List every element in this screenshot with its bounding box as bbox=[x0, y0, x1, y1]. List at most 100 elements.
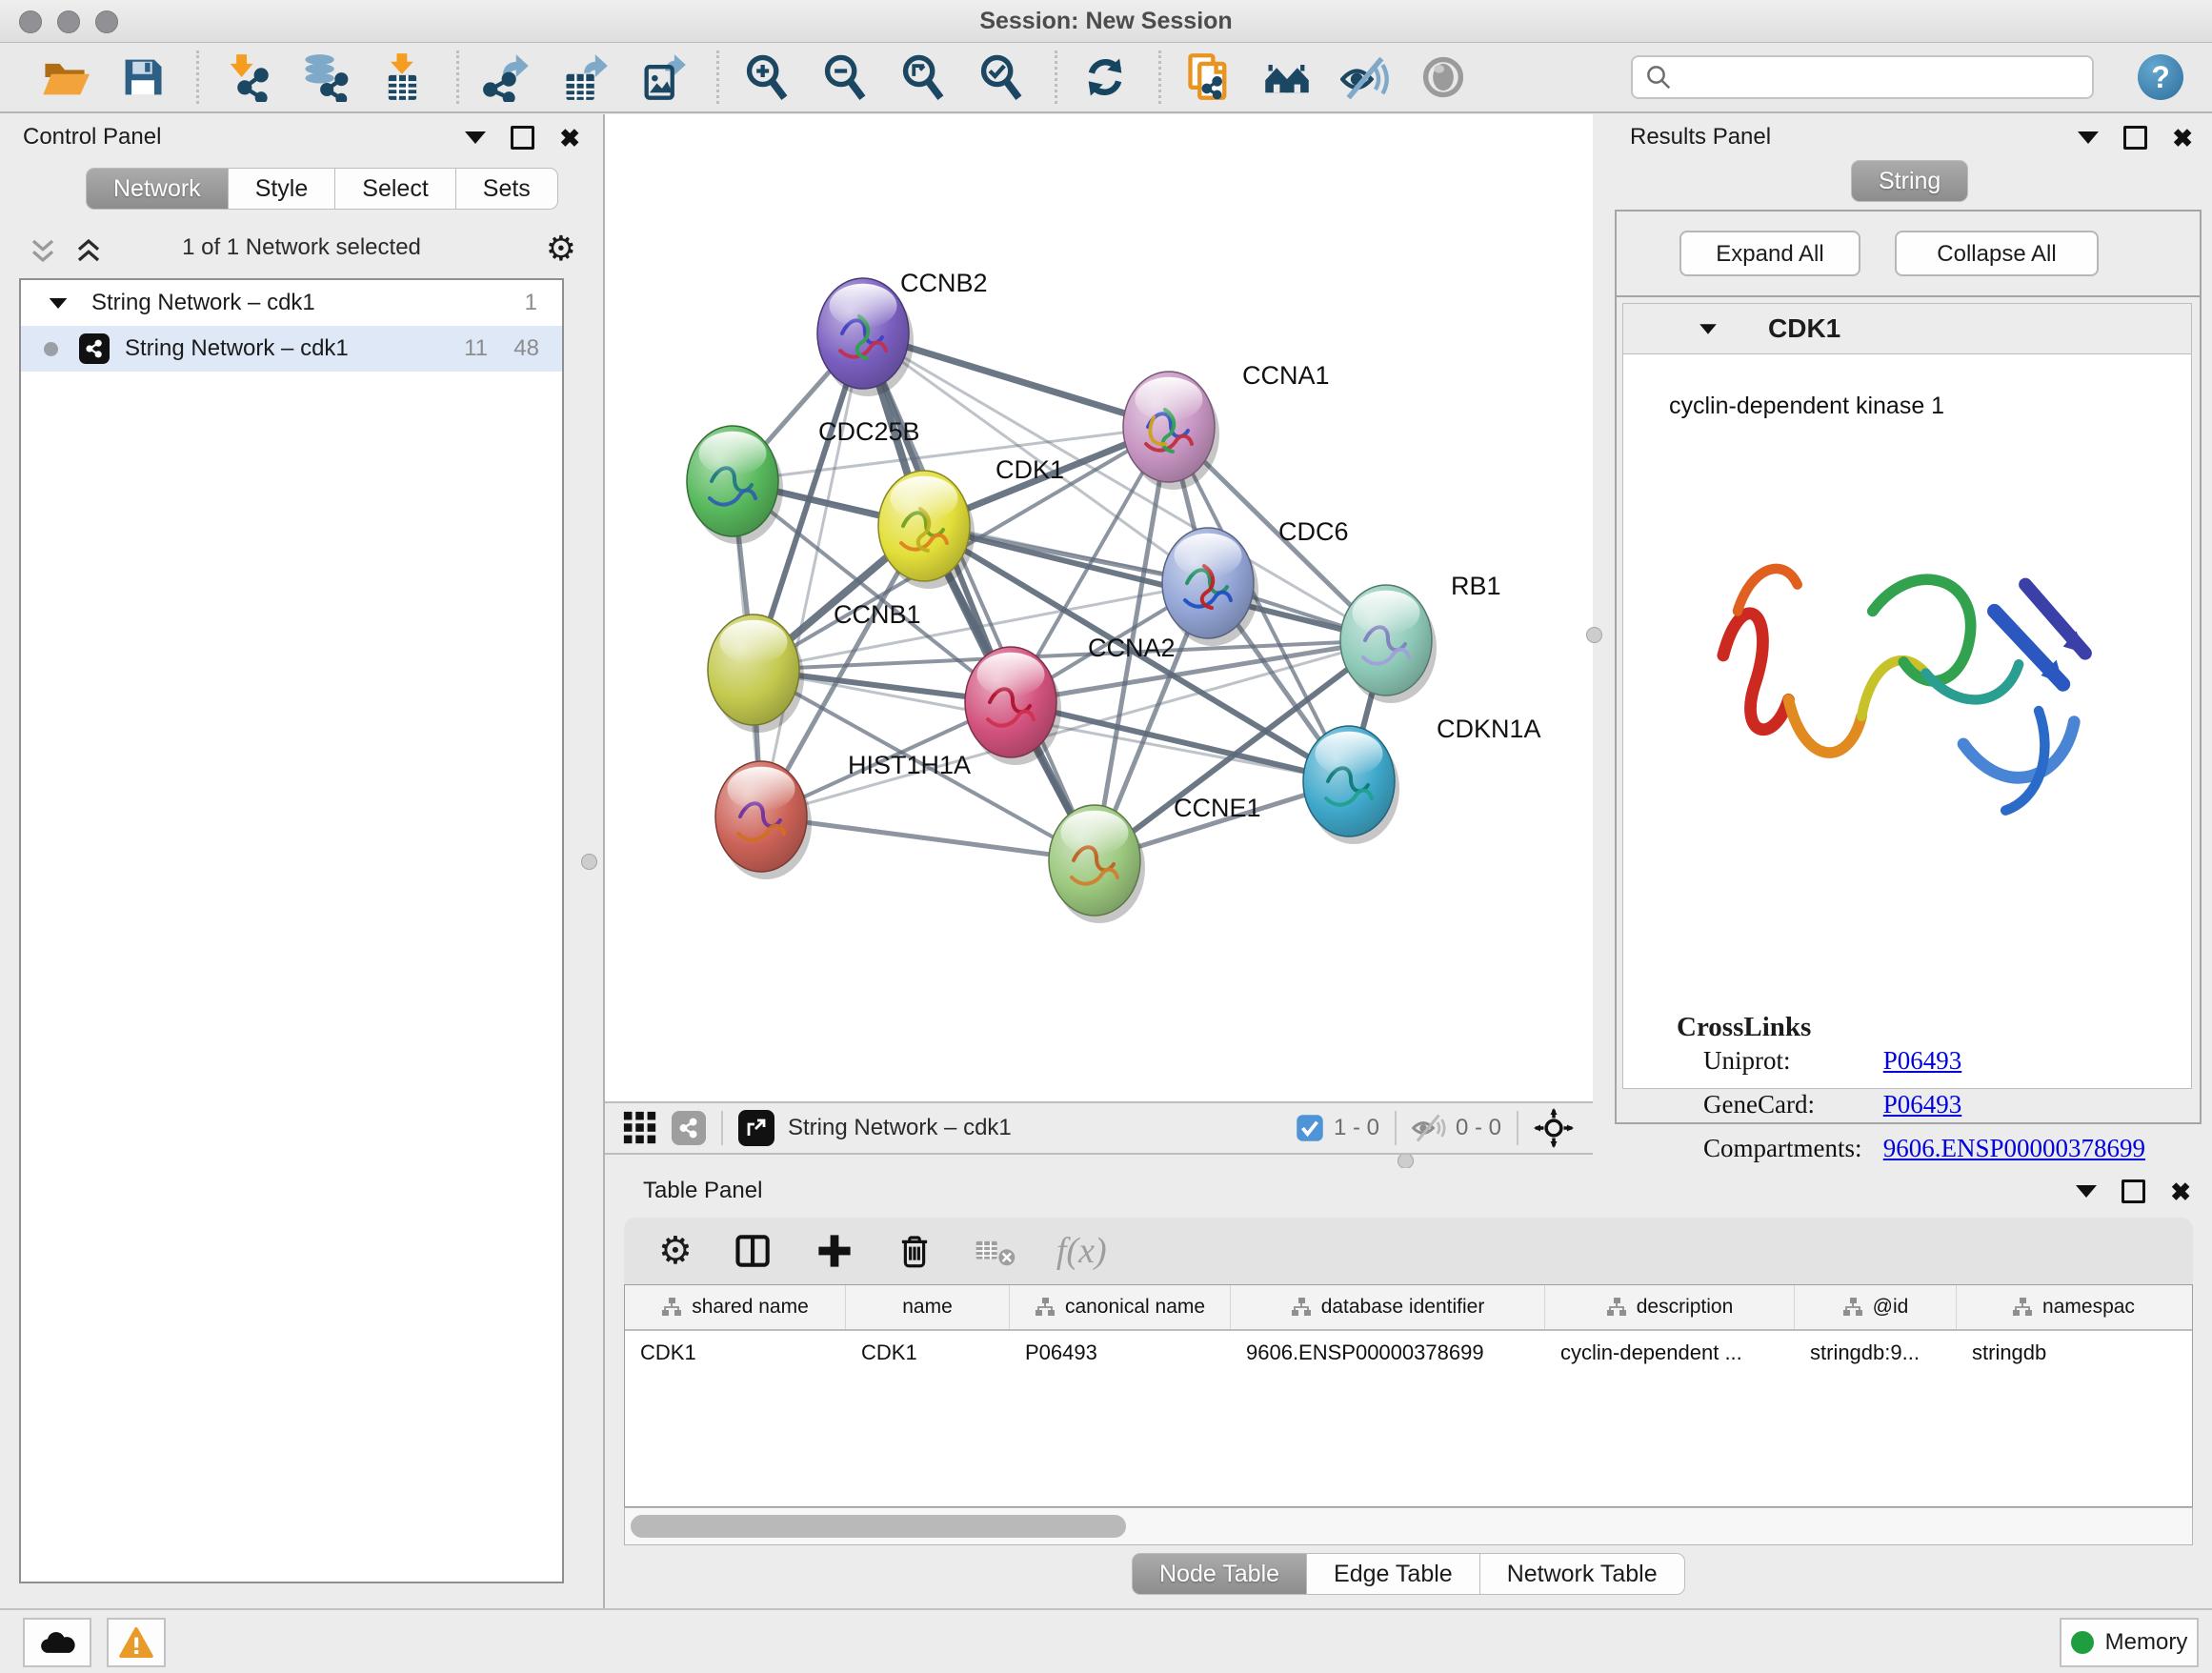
close-panel-icon[interactable]: ✖ bbox=[559, 129, 580, 148]
import-network-from-file-icon[interactable] bbox=[222, 52, 271, 102]
genecard-link[interactable]: P06493 bbox=[1883, 1090, 1962, 1119]
memory-button[interactable]: Memory bbox=[2060, 1618, 2199, 1667]
gene-section-header[interactable]: CDK1 bbox=[1622, 303, 2192, 354]
tab-network-table[interactable]: Network Table bbox=[1480, 1553, 1685, 1595]
tab-sets[interactable]: Sets bbox=[456, 168, 558, 210]
close-panel-icon[interactable]: ✖ bbox=[2170, 1182, 2191, 1201]
network-node-label: CCNA2 bbox=[1088, 634, 1176, 662]
collection-expand-icon[interactable] bbox=[50, 297, 68, 308]
network-row-selected[interactable]: String Network – cdk1 11 48 bbox=[21, 326, 562, 372]
float-panel-icon[interactable] bbox=[511, 126, 534, 150]
delete-table-icon[interactable] bbox=[975, 1234, 1016, 1268]
table-settings-gear-icon[interactable]: ⚙ bbox=[658, 1232, 693, 1270]
network-node-RB1[interactable]: RB1 bbox=[1340, 572, 1501, 695]
show-all-icon[interactable] bbox=[1418, 52, 1468, 102]
network-options-gear-icon[interactable]: ⚙ bbox=[546, 229, 576, 269]
compartments-link[interactable]: 9606.ENSP00000378699 bbox=[1883, 1134, 2145, 1162]
warning-icon bbox=[119, 1627, 153, 1658]
import-table-from-file-icon[interactable] bbox=[378, 52, 428, 102]
network-edge-CCNB2-CCNE1[interactable] bbox=[863, 333, 1095, 860]
export-table-icon[interactable] bbox=[560, 52, 610, 102]
float-panel-icon[interactable] bbox=[2122, 1179, 2145, 1203]
open-in-browser-icon[interactable] bbox=[738, 1110, 774, 1146]
uniprot-link[interactable]: P06493 bbox=[1883, 1046, 1962, 1075]
expand-all-button[interactable]: Expand All bbox=[1679, 231, 1860, 276]
network-selection-status: 1 of 1 Network selected bbox=[0, 234, 603, 261]
section-collapse-icon[interactable] bbox=[1699, 324, 1717, 333]
copy-icon[interactable] bbox=[1184, 52, 1234, 102]
selected-checkbox-icon[interactable] bbox=[1296, 1114, 1324, 1142]
table-panel-title: Table Panel bbox=[643, 1178, 762, 1204]
search-input[interactable] bbox=[1673, 63, 2077, 91]
network-node-HIST1H1A[interactable]: HIST1H1A bbox=[715, 751, 971, 872]
column-header[interactable]: canonical name bbox=[1010, 1285, 1231, 1329]
panel-menu-icon[interactable] bbox=[465, 131, 486, 144]
network-view-canvas[interactable]: CCNB2CCNA1CDC25BCDK1CDC6RB1CCNB1CCNA2CDK… bbox=[605, 114, 1593, 1101]
zoom-selected-icon[interactable] bbox=[976, 52, 1026, 102]
splitter-handle[interactable] bbox=[581, 854, 597, 870]
toolbar-separator bbox=[456, 50, 459, 104]
results-controls: Expand All Collapse All bbox=[1615, 210, 2202, 299]
help-button[interactable]: ? bbox=[2138, 54, 2183, 100]
tab-node-table[interactable]: Node Table bbox=[1132, 1553, 1307, 1595]
splitter-handle[interactable] bbox=[1398, 1153, 1414, 1169]
network-collection-row[interactable]: String Network – cdk1 1 bbox=[21, 280, 562, 326]
import-network-from-database-icon[interactable] bbox=[300, 52, 350, 102]
create-column-icon[interactable] bbox=[814, 1231, 855, 1271]
tab-network[interactable]: Network bbox=[86, 168, 229, 210]
tab-select[interactable]: Select bbox=[335, 168, 455, 210]
splitter-handle[interactable] bbox=[1586, 627, 1602, 643]
tab-edge-table[interactable]: Edge Table bbox=[1307, 1553, 1480, 1595]
column-header[interactable]: name bbox=[846, 1285, 1010, 1329]
column-header[interactable]: description bbox=[1545, 1285, 1795, 1329]
table-toolbar: ⚙ f(x) bbox=[624, 1218, 2193, 1284]
column-header[interactable]: @id bbox=[1795, 1285, 1957, 1329]
zoom-out-icon[interactable] bbox=[820, 52, 870, 102]
crosslink-row: Uniprot: P06493 bbox=[1703, 1046, 1961, 1076]
network-node-label: CDC25B bbox=[818, 417, 920, 446]
float-panel-icon[interactable] bbox=[2123, 126, 2147, 150]
close-panel-icon[interactable]: ✖ bbox=[2172, 129, 2193, 148]
network-view-title: String Network – cdk1 bbox=[788, 1115, 1012, 1141]
network-graph[interactable]: CCNB2CCNA1CDC25BCDK1CDC6RB1CCNB1CCNA2CDK… bbox=[605, 114, 1593, 1101]
birds-eye-view-icon[interactable] bbox=[1534, 1108, 1574, 1148]
panel-menu-icon[interactable] bbox=[2078, 131, 2099, 144]
scrollbar-thumb[interactable] bbox=[631, 1515, 1126, 1538]
tab-string[interactable]: String bbox=[1851, 160, 1968, 202]
refresh-view-icon[interactable] bbox=[1080, 52, 1130, 102]
hidden-eye-icon[interactable] bbox=[1412, 1114, 1446, 1142]
column-header[interactable]: namespac bbox=[1957, 1285, 2190, 1329]
warnings-button[interactable] bbox=[107, 1618, 166, 1667]
crosslink-row: Compartments: 9606.ENSP00000378699 bbox=[1703, 1134, 2145, 1163]
zoom-in-icon[interactable] bbox=[742, 52, 792, 102]
show-columns-icon[interactable] bbox=[733, 1230, 774, 1272]
network-node-CCNA1[interactable]: CCNA1 bbox=[1123, 361, 1330, 482]
network-column-icon bbox=[1842, 1297, 1863, 1318]
table-row[interactable]: CDK1 CDK1 P06493 9606.ENSP00000378699 cy… bbox=[625, 1331, 2192, 1375]
grid-view-icon[interactable] bbox=[622, 1110, 658, 1146]
export-image-icon[interactable] bbox=[638, 52, 688, 102]
table-horizontal-scrollbar[interactable] bbox=[624, 1507, 2193, 1545]
hide-selection-icon[interactable] bbox=[1340, 52, 1390, 102]
tab-style[interactable]: Style bbox=[229, 168, 336, 210]
save-session-icon[interactable] bbox=[118, 52, 168, 102]
search-field[interactable] bbox=[1631, 55, 2094, 99]
open-session-icon[interactable] bbox=[40, 52, 90, 102]
status-bar: Memory bbox=[0, 1608, 2212, 1673]
delete-column-icon[interactable] bbox=[895, 1231, 935, 1271]
zoom-fit-content-icon[interactable] bbox=[898, 52, 948, 102]
string-view-icon[interactable] bbox=[672, 1111, 706, 1145]
export-network-icon[interactable] bbox=[482, 52, 532, 102]
network-node-CDKN1A[interactable]: CDKN1A bbox=[1303, 715, 1541, 836]
panel-menu-icon[interactable] bbox=[2076, 1185, 2097, 1198]
cloud-status-button[interactable] bbox=[23, 1618, 91, 1667]
memory-ok-dot-icon bbox=[2071, 1631, 2094, 1654]
function-builder-icon[interactable]: f(x) bbox=[1056, 1230, 1107, 1272]
column-header[interactable]: database identifier bbox=[1231, 1285, 1545, 1329]
column-header[interactable]: shared name bbox=[625, 1285, 846, 1329]
show-first-neighbors-icon[interactable] bbox=[1262, 52, 1312, 102]
window-title-bar: Session: New Session bbox=[0, 0, 2212, 43]
collapse-all-button[interactable]: Collapse All bbox=[1895, 231, 2099, 276]
network-view-toolbar: String Network – cdk1 1 - 0 0 - 0 bbox=[605, 1101, 1593, 1155]
network-node-label: CDKN1A bbox=[1437, 715, 1541, 743]
